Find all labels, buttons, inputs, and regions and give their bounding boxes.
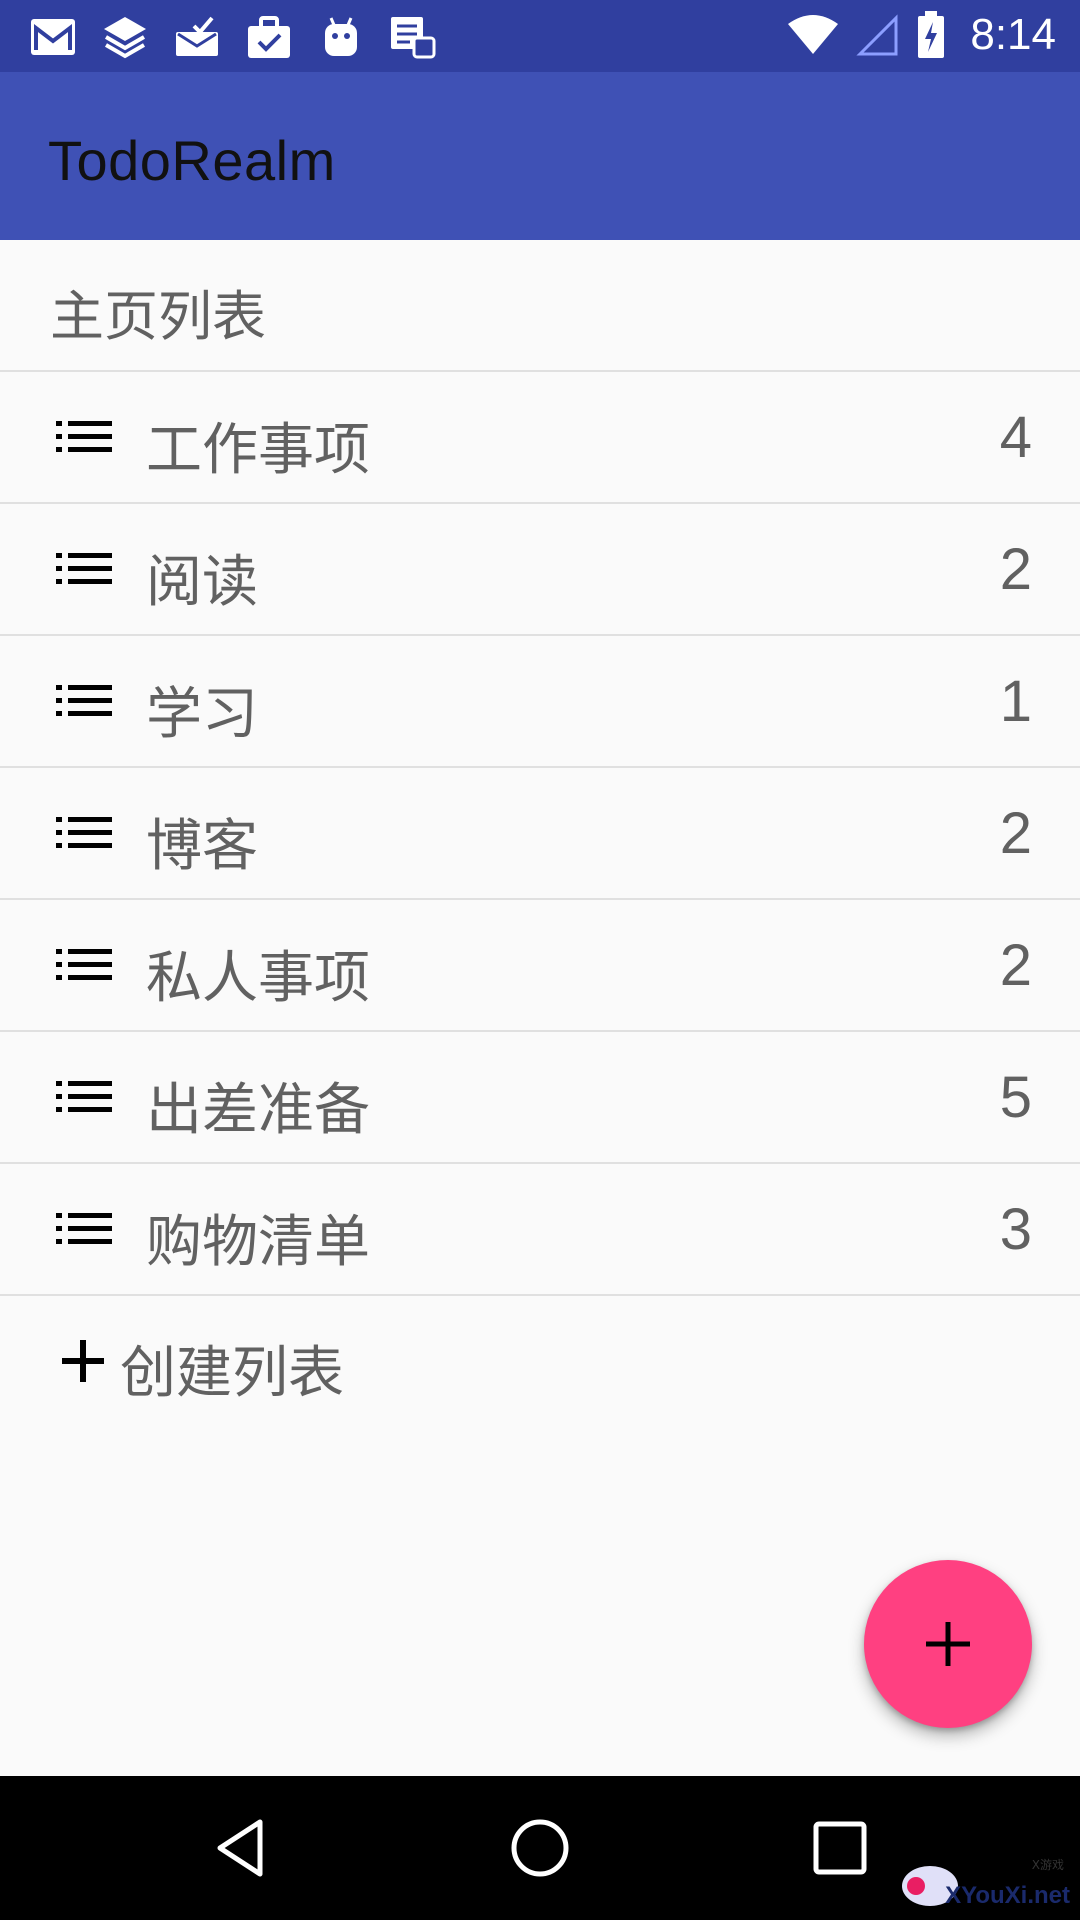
notification-icons — [28, 14, 438, 60]
plus-icon — [926, 1622, 970, 1666]
layers-icon — [104, 17, 146, 59]
section-title: 主页列表 — [50, 285, 266, 348]
list-item[interactable]: 博客 2 — [0, 768, 1080, 900]
watermark-text: XYouXi.net — [945, 1882, 1070, 1909]
list-bullet-icon — [56, 1081, 112, 1112]
android-icon — [325, 17, 357, 56]
mail-check-icon — [176, 16, 218, 56]
list-item-count: 2 — [999, 801, 1032, 866]
list-item[interactable]: 购物清单 3 — [0, 1164, 1080, 1296]
list-item-label: 出差准备 — [146, 1078, 370, 1143]
create-list-button[interactable]: 创建列表 — [0, 1296, 1080, 1426]
list-bullet-icon — [56, 553, 112, 584]
list-item[interactable]: 私人事项 2 — [0, 900, 1080, 1032]
system-status-icons: 8:14 — [786, 10, 1056, 60]
list-item-count: 1 — [999, 669, 1032, 734]
briefcase-check-icon — [248, 16, 290, 58]
add-fab-button[interactable] — [864, 1560, 1032, 1728]
wifi-icon — [788, 15, 839, 54]
signal-icon — [856, 14, 898, 56]
app-title: TodoRealm — [48, 129, 336, 192]
list-bullet-icon — [56, 685, 112, 716]
list-bullet-icon — [56, 949, 112, 980]
battery-charging-icon — [918, 11, 945, 58]
list-item-count: 2 — [999, 933, 1032, 998]
recents-icon[interactable] — [808, 1816, 872, 1880]
list-item-label: 私人事项 — [146, 946, 370, 1011]
list-item-label: 学习 — [146, 682, 258, 747]
tasks-icon — [391, 17, 436, 59]
list-item-count: 3 — [999, 1197, 1032, 1262]
gmail-icon — [31, 19, 75, 55]
list-item-count: 2 — [999, 537, 1032, 602]
watermark: X游戏 XYouXi.net — [900, 1856, 1070, 1912]
section-header: 主页列表 — [0, 240, 1080, 372]
list-item-label: 工作事项 — [146, 418, 370, 483]
status-bar: 8:14 — [0, 0, 1080, 72]
list-item-label: 博客 — [146, 814, 258, 879]
list-bullet-icon — [56, 421, 112, 452]
home-icon[interactable] — [508, 1816, 572, 1880]
watermark-small-text: X游戏 — [1031, 1858, 1064, 1872]
list-item[interactable]: 工作事项 4 — [0, 372, 1080, 504]
list-bullet-icon — [56, 817, 112, 848]
list-item[interactable]: 阅读 2 — [0, 504, 1080, 636]
list-item[interactable]: 学习 1 — [0, 636, 1080, 768]
back-icon[interactable] — [208, 1816, 272, 1880]
navigation-bar: X游戏 XYouXi.net — [0, 1776, 1080, 1920]
plus-icon — [62, 1340, 104, 1382]
create-list-label: 创建列表 — [120, 1341, 344, 1406]
list-item[interactable]: 出差准备 5 — [0, 1032, 1080, 1164]
list-item-count: 4 — [999, 405, 1032, 470]
list-item-label: 购物清单 — [146, 1210, 370, 1275]
app-bar: TodoRealm — [0, 72, 1080, 240]
list-item-count: 5 — [999, 1065, 1032, 1130]
list-bullet-icon — [56, 1213, 112, 1244]
list-item-label: 阅读 — [146, 550, 258, 615]
todo-list: 工作事项 4 阅读 2 学习 1 博客 2 私人事项 2 出差准备 5 购物清单… — [0, 372, 1080, 1296]
status-time: 8:14 — [970, 10, 1056, 59]
